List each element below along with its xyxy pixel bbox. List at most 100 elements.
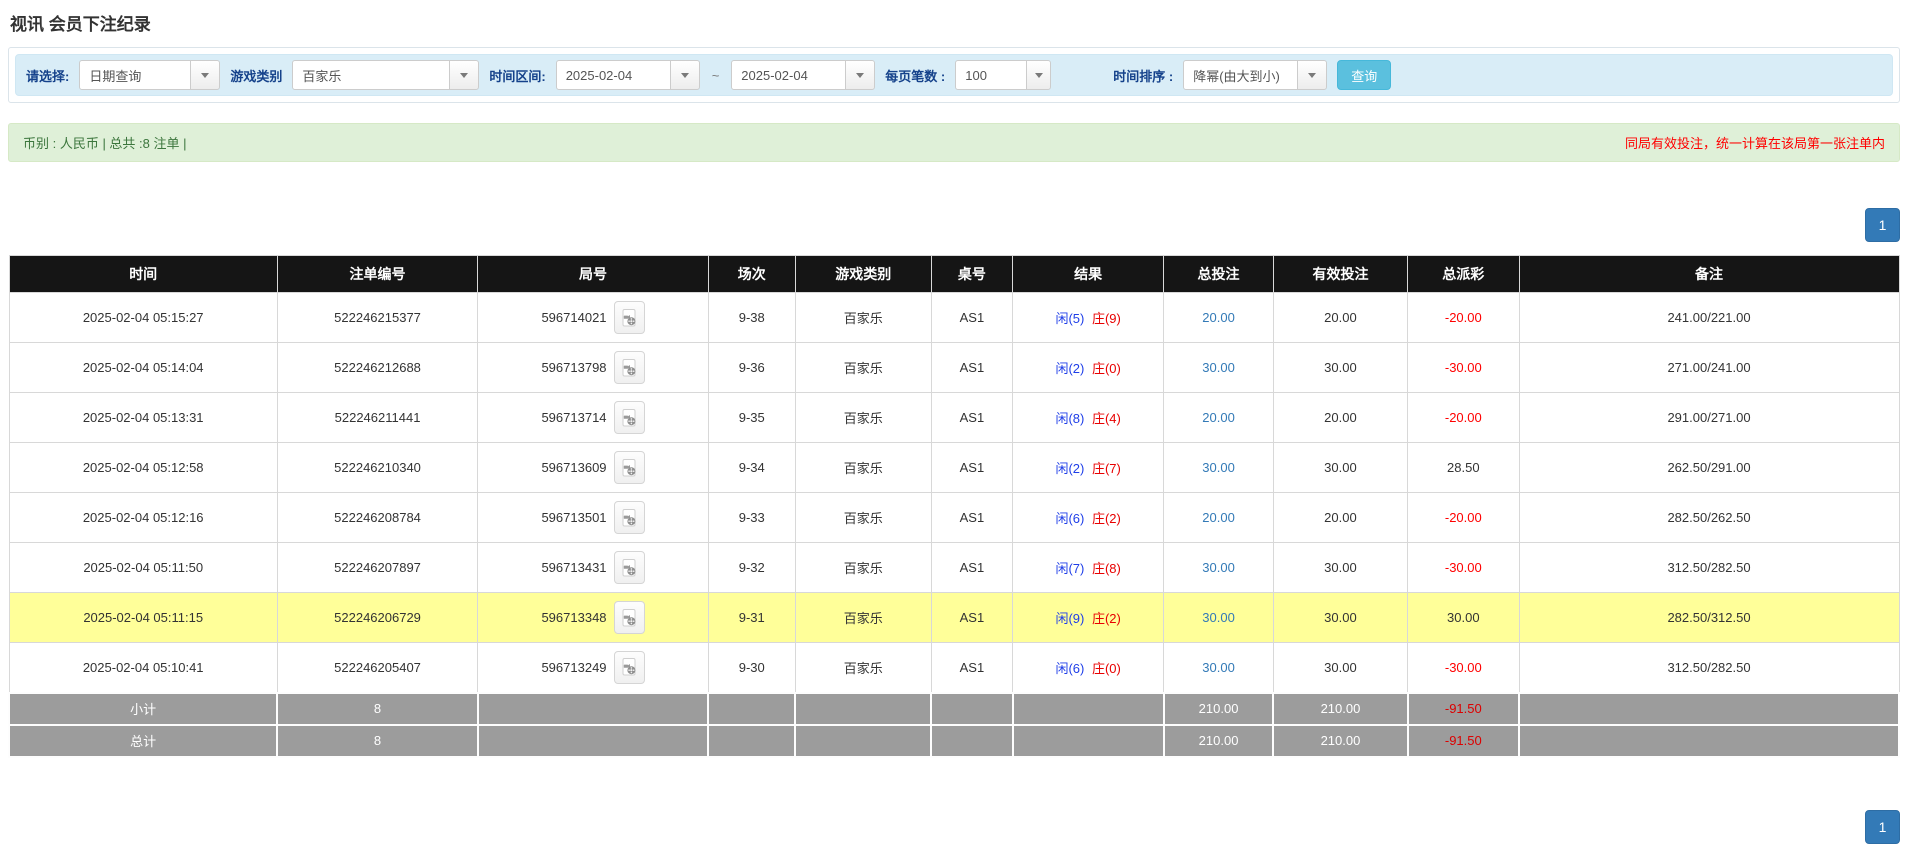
header-game-type: 游戏类别 — [795, 256, 931, 293]
header-table-no: 桌号 — [931, 256, 1012, 293]
cell-total-bet: 20.00 — [1164, 493, 1274, 543]
date-from-dropdown-button[interactable] — [670, 60, 700, 90]
header-valid-bet: 有效投注 — [1273, 256, 1407, 293]
cell-result: 闲(9) 庄(2) — [1013, 593, 1164, 643]
header-result: 结果 — [1013, 256, 1164, 293]
caret-down-icon — [681, 73, 689, 78]
sort-dropdown-button[interactable] — [1297, 60, 1327, 90]
table-body: 2025-02-04 05:15:27 522246215377 5967140… — [9, 293, 1899, 693]
result-banker: 庄(2) — [1092, 611, 1121, 626]
header-bet-id: 注单编号 — [277, 256, 477, 293]
total-bet-link[interactable]: 20.00 — [1202, 310, 1235, 325]
video-replay-button[interactable] — [614, 551, 645, 584]
sort-label: 时间排序 : — [1113, 66, 1173, 85]
cell-remark: 312.50/282.50 — [1519, 643, 1899, 693]
result-player: 闲(2) — [1055, 361, 1084, 376]
cell-time: 2025-02-04 05:13:31 — [9, 393, 277, 443]
cell-bet-id: 522246215377 — [277, 293, 477, 343]
cell-total-bet: 20.00 — [1164, 293, 1274, 343]
result-banker: 庄(8) — [1092, 561, 1121, 576]
result-player: 闲(2) — [1055, 461, 1084, 476]
result-player: 闲(5) — [1055, 311, 1084, 326]
cell-table-no: AS1 — [931, 543, 1012, 593]
summary-note: 同局有效投注，统一计算在该局第一张注单内 — [1625, 133, 1885, 152]
cell-game-type: 百家乐 — [795, 443, 931, 493]
sort-input[interactable] — [1183, 60, 1298, 90]
video-replay-button[interactable] — [614, 451, 645, 484]
date-to-input[interactable] — [731, 60, 846, 90]
cell-valid-bet: 30.00 — [1273, 643, 1407, 693]
date-to-dropdown-button[interactable] — [845, 60, 875, 90]
cell-round-id: 596713431 — [478, 543, 709, 593]
game-type-dropdown-button[interactable] — [449, 60, 479, 90]
video-replay-button[interactable] — [614, 501, 645, 534]
search-button[interactable]: 查询 — [1337, 60, 1391, 90]
video-replay-button[interactable] — [614, 401, 645, 434]
page: 视讯 会员下注纪录 请选择: 游戏类别 时间区间: — [0, 0, 1908, 758]
header-remark: 备注 — [1519, 256, 1899, 293]
video-replay-icon — [619, 358, 639, 378]
total-bet-link[interactable]: 30.00 — [1202, 460, 1235, 475]
cell-session: 9-34 — [708, 443, 795, 493]
grand-total-total-bet: 210.00 — [1164, 725, 1274, 757]
video-replay-button[interactable] — [614, 351, 645, 384]
cell-valid-bet: 30.00 — [1273, 443, 1407, 493]
cell-time: 2025-02-04 05:10:41 — [9, 643, 277, 693]
cell-round-id: 596713714 — [478, 393, 709, 443]
pagination-top: 1 — [8, 208, 1900, 242]
video-replay-button[interactable] — [614, 651, 645, 684]
cell-remark: 241.00/221.00 — [1519, 293, 1899, 343]
cell-game-type: 百家乐 — [795, 643, 931, 693]
cell-result: 闲(2) 庄(7) — [1013, 443, 1164, 493]
total-bet-link[interactable]: 20.00 — [1202, 410, 1235, 425]
cell-valid-bet: 20.00 — [1273, 393, 1407, 443]
video-replay-button[interactable] — [614, 601, 645, 634]
cell-result: 闲(2) 庄(0) — [1013, 343, 1164, 393]
round-number: 596714021 — [541, 310, 606, 325]
table-row: 2025-02-04 05:15:27 522246215377 5967140… — [9, 293, 1899, 343]
caret-down-icon — [856, 73, 864, 78]
cell-total-bet: 30.00 — [1164, 543, 1274, 593]
round-number: 596713609 — [541, 460, 606, 475]
page-title: 视讯 会员下注纪录 — [10, 10, 1900, 35]
query-type-dropdown-button[interactable] — [190, 60, 220, 90]
range-separator: ~ — [712, 68, 720, 83]
page-1-button[interactable]: 1 — [1865, 208, 1900, 242]
round-number: 596713249 — [541, 660, 606, 675]
per-page-dropdown-button[interactable] — [1026, 60, 1051, 90]
result-banker: 庄(0) — [1092, 661, 1121, 676]
cell-total-bet: 30.00 — [1164, 443, 1274, 493]
result-player: 闲(6) — [1055, 661, 1084, 676]
total-bet-link[interactable]: 30.00 — [1202, 610, 1235, 625]
page-1-button-bottom[interactable]: 1 — [1865, 810, 1900, 844]
caret-down-icon — [201, 73, 209, 78]
date-from-input[interactable] — [556, 60, 671, 90]
total-bet-link[interactable]: 30.00 — [1202, 360, 1235, 375]
per-page-input[interactable] — [955, 60, 1027, 90]
result-banker: 庄(0) — [1092, 361, 1121, 376]
filter-panel: 请选择: 游戏类别 时间区间: ~ — [8, 47, 1900, 103]
per-page-combobox — [955, 60, 1051, 90]
cell-result: 闲(5) 庄(9) — [1013, 293, 1164, 343]
cell-table-no: AS1 — [931, 443, 1012, 493]
cell-result: 闲(7) 庄(8) — [1013, 543, 1164, 593]
cell-game-type: 百家乐 — [795, 543, 931, 593]
subtotal-row: 小计 8 210.00 210.00 -91.50 — [9, 693, 1899, 725]
cell-time: 2025-02-04 05:15:27 — [9, 293, 277, 343]
total-bet-link[interactable]: 20.00 — [1202, 510, 1235, 525]
cell-valid-bet: 20.00 — [1273, 293, 1407, 343]
game-type-input[interactable] — [292, 60, 450, 90]
table-row: 2025-02-04 05:12:58 522246210340 5967136… — [9, 443, 1899, 493]
cell-table-no: AS1 — [931, 293, 1012, 343]
cell-round-id: 596713249 — [478, 643, 709, 693]
result-banker: 庄(2) — [1092, 511, 1121, 526]
total-bet-link[interactable]: 30.00 — [1202, 660, 1235, 675]
subtotal-label: 小计 — [9, 693, 277, 725]
video-replay-button[interactable] — [614, 301, 645, 334]
total-bet-link[interactable]: 30.00 — [1202, 560, 1235, 575]
cell-payout: -20.00 — [1408, 293, 1520, 343]
query-type-label: 请选择: — [26, 66, 69, 85]
caret-down-icon — [1035, 73, 1043, 78]
query-type-input[interactable] — [79, 60, 191, 90]
round-number: 596713431 — [541, 560, 606, 575]
